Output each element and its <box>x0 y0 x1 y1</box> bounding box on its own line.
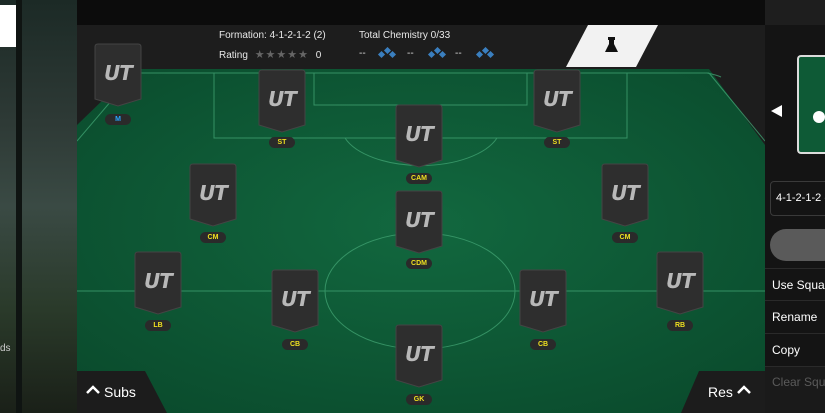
reserves-label: Res <box>708 384 733 400</box>
rating-row: Rating ★★★★★ 0 <box>219 48 321 61</box>
rename-button[interactable]: Rename <box>765 300 825 332</box>
chem-diamond-icon <box>377 47 397 59</box>
player-slot-manager[interactable]: UT <box>93 43 143 107</box>
position-badge: CM <box>612 232 638 243</box>
player-slot-cb-right[interactable]: UT <box>518 269 568 333</box>
position-badge: RB <box>667 320 693 331</box>
position-badge: ST <box>269 137 295 148</box>
chemistry-lab-button[interactable] <box>566 25 658 67</box>
ut-logo: UT <box>268 87 297 111</box>
chem-dash-3: -- <box>455 48 462 59</box>
position-badge: CM <box>200 232 226 243</box>
position-badge: CB <box>282 339 308 350</box>
previous-formation-icon[interactable] <box>771 105 782 117</box>
player-slot-rb[interactable]: UT <box>655 251 705 315</box>
player-slot-gk[interactable]: UT <box>394 324 444 388</box>
player-slot-cam[interactable]: UT <box>394 104 444 168</box>
ut-logo: UT <box>405 208 434 232</box>
left-divider <box>16 0 22 413</box>
position-badge: ST <box>544 137 570 148</box>
ut-logo: UT <box>281 287 310 311</box>
subs-label: Subs <box>104 384 136 400</box>
background-image <box>0 0 77 413</box>
chemistry-label: Total Chemistry 0/33 <box>359 30 451 41</box>
chem-dash-1: -- <box>359 48 366 59</box>
position-badge: GK <box>406 394 432 405</box>
player-slot-st-right[interactable]: UT <box>532 69 582 133</box>
copy-button[interactable]: Copy <box>765 333 825 365</box>
chevron-up-icon <box>737 385 751 394</box>
ut-logo: UT <box>144 269 173 293</box>
position-badge: CDM <box>406 258 432 269</box>
ut-logo: UT <box>405 342 434 366</box>
right-panel-header <box>765 0 825 25</box>
player-slot-cb-left[interactable]: UT <box>270 269 320 333</box>
clear-squad-button[interactable]: Clear Squad <box>765 366 825 413</box>
action-pill-button[interactable] <box>770 229 825 261</box>
rating-stars: ★★★★★ <box>254 49 309 61</box>
left-panel-text: ds <box>0 343 11 354</box>
player-slot-cm-right[interactable]: UT <box>600 163 650 227</box>
formation-label: Formation: 4-1-2-1-2 (2) <box>219 30 326 41</box>
position-badge: LB <box>145 320 171 331</box>
position-badge: M <box>105 114 131 125</box>
ut-logo: UT <box>543 87 572 111</box>
player-slot-st-left[interactable]: UT <box>257 69 307 133</box>
position-badge: CAM <box>406 173 432 184</box>
use-squad-button[interactable]: Use Squad <box>765 268 825 300</box>
formation-preview-dot <box>813 111 825 123</box>
position-badge: CB <box>530 339 556 350</box>
chem-diamond-icon <box>475 47 495 59</box>
formation-preview <box>797 55 825 154</box>
chem-dash-2: -- <box>407 48 414 59</box>
chevron-up-icon <box>86 385 100 394</box>
ut-logo: UT <box>611 181 640 205</box>
rating-label: Rating <box>219 50 248 61</box>
rating-value: 0 <box>315 50 322 61</box>
player-slot-cm-left[interactable]: UT <box>188 163 238 227</box>
top-left-block <box>0 5 16 47</box>
player-slot-cdm[interactable]: UT <box>394 190 444 254</box>
ut-logo: UT <box>104 61 133 85</box>
player-slot-lb[interactable]: UT <box>133 251 183 315</box>
ut-logo: UT <box>405 122 434 146</box>
ut-logo: UT <box>666 269 695 293</box>
ut-logo: UT <box>199 181 228 205</box>
chem-diamond-icon <box>427 47 447 59</box>
ut-logo: UT <box>529 287 558 311</box>
formation-select-value: 4-1-2-1-2 ( <box>776 192 825 204</box>
